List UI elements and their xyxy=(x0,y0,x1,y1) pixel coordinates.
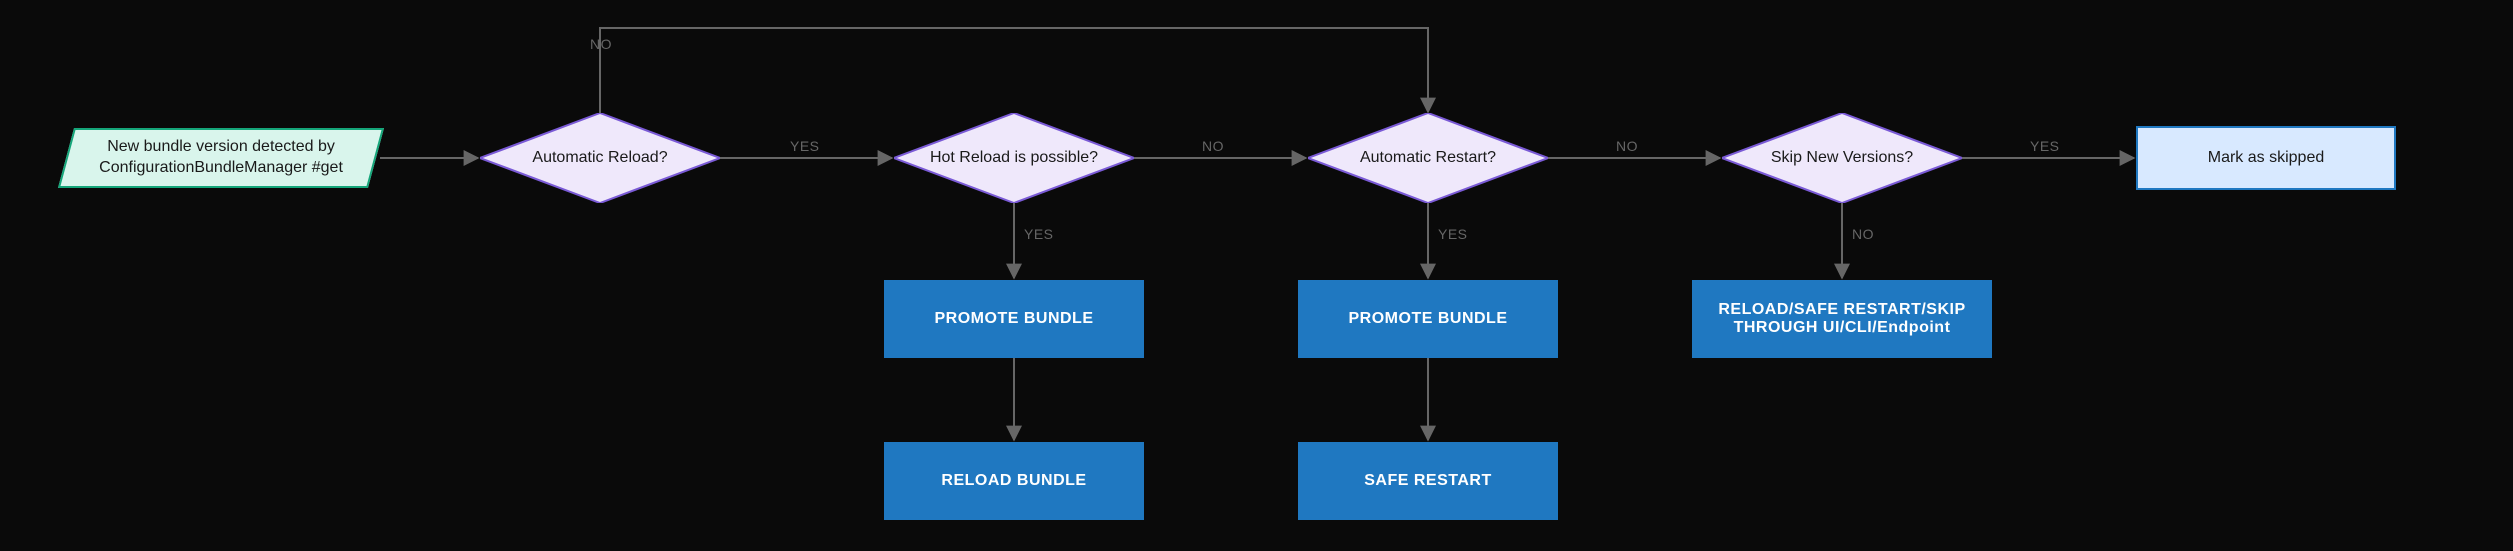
action-label: RELOAD/SAFE RESTART/SKIP THROUGH UI/CLI/… xyxy=(1704,301,1980,337)
edge-label-yes: YES xyxy=(1438,226,1468,242)
start-node: New bundle version detected by Configura… xyxy=(58,128,384,188)
edge-label-yes: YES xyxy=(1024,226,1054,242)
action-promote-bundle-2: PROMOTE BUNDLE xyxy=(1298,280,1558,358)
action-label: PROMOTE BUNDLE xyxy=(1349,310,1508,328)
edge-label-yes: YES xyxy=(790,138,820,154)
action-label: SAFE RESTART xyxy=(1364,472,1491,490)
decision-label: Automatic Reload? xyxy=(532,148,667,169)
edge-label-no: NO xyxy=(590,36,612,52)
decision-label: Automatic Restart? xyxy=(1360,148,1496,169)
action-label: RELOAD BUNDLE xyxy=(941,472,1086,490)
action-manual: RELOAD/SAFE RESTART/SKIP THROUGH UI/CLI/… xyxy=(1692,280,1992,358)
decision-label: Skip New Versions? xyxy=(1771,148,1913,169)
decision-automatic-restart: Automatic Restart? xyxy=(1308,113,1548,203)
edge-label-no: NO xyxy=(1852,226,1874,242)
action-safe-restart: SAFE RESTART xyxy=(1298,442,1558,520)
edge-label-yes: YES xyxy=(2030,138,2060,154)
edges-layer xyxy=(0,0,2513,551)
action-label: PROMOTE BUNDLE xyxy=(935,310,1094,328)
decision-label: Hot Reload is possible? xyxy=(930,148,1098,169)
start-label: New bundle version detected by Configura… xyxy=(88,137,354,179)
edge-label-no: NO xyxy=(1616,138,1638,154)
action-promote-bundle-1: PROMOTE BUNDLE xyxy=(884,280,1144,358)
terminator-skipped: Mark as skipped xyxy=(2136,126,2396,190)
decision-automatic-reload: Automatic Reload? xyxy=(480,113,720,203)
edge-label-no: NO xyxy=(1202,138,1224,154)
decision-hot-reload: Hot Reload is possible? xyxy=(894,113,1134,203)
action-reload-bundle: RELOAD BUNDLE xyxy=(884,442,1144,520)
decision-skip-versions: Skip New Versions? xyxy=(1722,113,1962,203)
terminator-label: Mark as skipped xyxy=(2208,149,2325,167)
